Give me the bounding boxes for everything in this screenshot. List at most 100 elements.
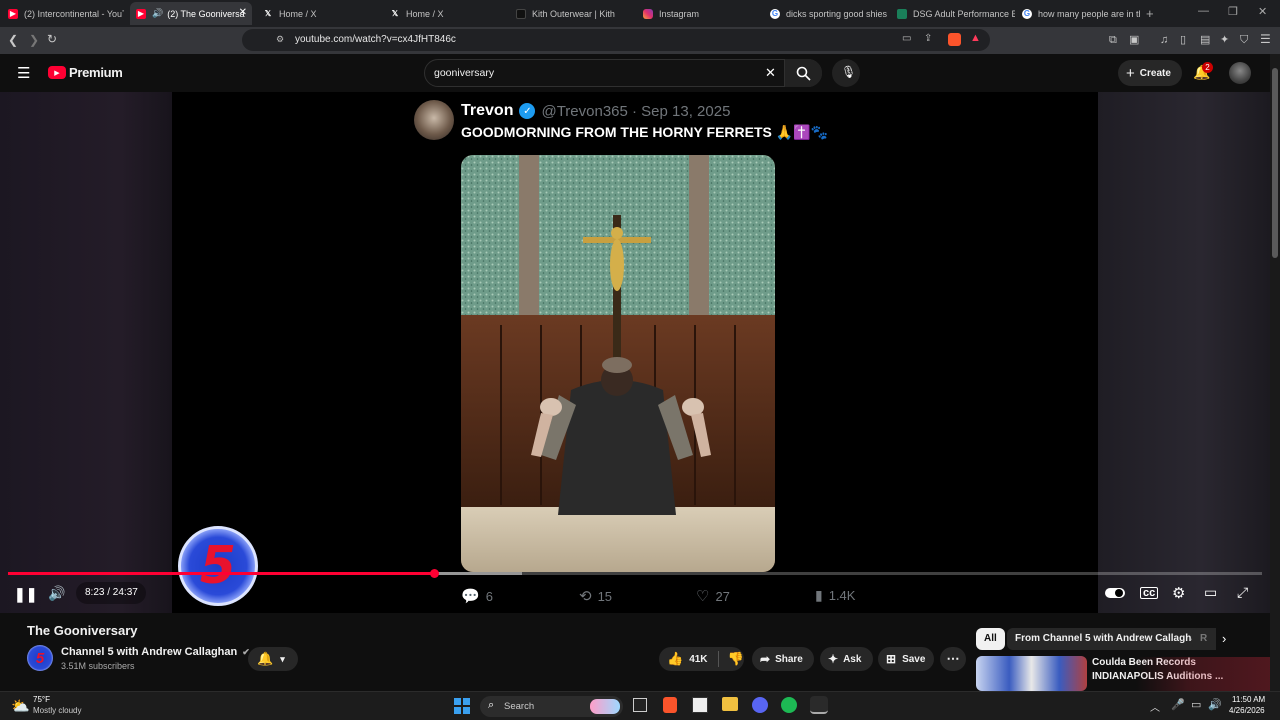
share-page-icon[interactable]: ⇪ xyxy=(924,33,932,44)
tab-home-x-1[interactable]: 𝕏 Home / X xyxy=(263,2,381,25)
tab-label: Instagram xyxy=(659,8,700,19)
youtube-premium-logo[interactable]: ▶ Premium xyxy=(48,65,123,80)
tab-dsg[interactable]: DSG Adult Performance B xyxy=(897,2,1015,25)
chips-next-icon[interactable]: › xyxy=(1222,631,1226,646)
guide-menu-icon[interactable]: ☰ xyxy=(17,64,30,82)
site-info-icon[interactable]: ⚙ xyxy=(276,34,284,45)
more-actions-button[interactable]: ⋯ xyxy=(940,647,966,671)
chevron-down-icon: ▾ xyxy=(280,653,285,664)
sidebar-icon[interactable]: ▯ xyxy=(1180,33,1186,47)
voice-search-button[interactable]: 🎙 xyxy=(832,59,860,87)
tab-gooniversary[interactable]: ▶ 🔊 (2) The Gooniversa ✕ xyxy=(130,2,252,25)
file-explorer-icon[interactable] xyxy=(722,697,738,711)
maximize-icon[interactable]: ❐ xyxy=(1228,5,1238,18)
taskbar-search-icon: ⌕ xyxy=(488,699,495,711)
browser-tab-strip: ▶ (2) Intercontinental - YouT ▶ 🔊 (2) Th… xyxy=(0,0,1280,27)
vpn-icon[interactable]: ⛉ xyxy=(1240,33,1248,47)
speaker-tray-icon[interactable]: 🔊 xyxy=(1208,698,1222,711)
tab-how-many[interactable]: G how many people are in th xyxy=(1022,2,1140,25)
theater-mode-icon[interactable]: ▭ xyxy=(1204,584,1217,601)
thumbs-up-icon[interactable]: 👍 xyxy=(667,651,683,667)
played-fill xyxy=(8,572,435,575)
address-bar[interactable]: ⚙ youtube.com/watch?v=cx4JfHT846c ▭ ⇪ ▲ xyxy=(242,29,990,51)
pause-icon[interactable]: ❚❚ xyxy=(14,586,37,603)
search-button[interactable] xyxy=(784,59,822,87)
scrollbar-thumb[interactable] xyxy=(1272,68,1278,258)
close-tab-icon[interactable]: ✕ xyxy=(239,7,247,18)
clear-search-icon[interactable]: ✕ xyxy=(765,65,776,81)
channel5-watermark-logo[interactable]: 5 xyxy=(178,526,258,606)
new-tab-icon[interactable]: + xyxy=(1146,6,1154,21)
tab-home-x-2[interactable]: 𝕏 Home / X xyxy=(390,2,508,25)
task-view-icon[interactable] xyxy=(633,698,647,712)
google-icon: G xyxy=(1022,8,1032,19)
autoplay-toggle[interactable] xyxy=(1105,588,1125,598)
account-avatar[interactable] xyxy=(1229,62,1251,84)
settings-gear-icon[interactable]: ⚙ xyxy=(1172,584,1185,602)
chip-partial[interactable]: R xyxy=(1192,628,1216,650)
minimize-icon[interactable]: — xyxy=(1198,5,1209,17)
tab-dicks-search[interactable]: G dicks sporting good shies xyxy=(770,2,888,25)
tab-kith[interactable]: Kith Outerwear | Kith xyxy=(516,2,634,25)
ask-button[interactable]: ✦ Ask xyxy=(820,647,873,671)
captions-icon[interactable]: cc xyxy=(1140,587,1159,599)
subscription-bell-button[interactable]: 🔔 ▾ xyxy=(248,647,298,671)
leo-icon[interactable]: ✦ xyxy=(1220,33,1229,47)
close-window-icon[interactable]: ✕ xyxy=(1258,5,1267,18)
weather-cloud-icon[interactable]: ⛅ xyxy=(11,697,30,715)
thumbs-down-icon[interactable]: 👎 xyxy=(728,651,744,667)
active-app-icon[interactable] xyxy=(810,696,828,714)
tab-intercontinental[interactable]: ▶ (2) Intercontinental - YouT xyxy=(8,2,124,25)
like-count[interactable]: 41K xyxy=(689,654,707,665)
search-input[interactable]: gooniversary xyxy=(434,67,494,79)
x-icon: 𝕏 xyxy=(391,9,399,18)
chip-from-channel[interactable]: From Channel 5 with Andrew Callaghan xyxy=(1007,628,1211,650)
channel-avatar[interactable]: 5 xyxy=(27,645,53,671)
tab-instagram[interactable]: Instagram xyxy=(643,2,761,25)
video-right-ambient xyxy=(1098,92,1270,613)
windows-start-icon[interactable] xyxy=(454,698,470,714)
reader-icon[interactable]: ▣ xyxy=(1129,33,1139,47)
clock-date[interactable]: 4/26/2026 xyxy=(1229,706,1265,715)
related-video-thumbnail[interactable] xyxy=(976,656,1087,691)
app-taskbar-icon[interactable] xyxy=(692,697,708,713)
save-button[interactable]: ⊞ Save xyxy=(878,647,934,671)
tweet-views-stat: ▮ 1.4K xyxy=(815,587,855,604)
reload-icon[interactable]: ↻ xyxy=(47,32,57,46)
channel-name[interactable]: Channel 5 with Andrew Callaghan ✔ xyxy=(61,646,250,658)
menu-icon[interactable]: ☰ xyxy=(1260,32,1271,46)
page-scrollbar[interactable] xyxy=(1270,54,1280,691)
media-icon[interactable]: ♫ xyxy=(1160,33,1168,47)
tray-overflow-icon[interactable]: ︿ xyxy=(1150,699,1160,714)
share-button[interactable]: ➦ Share xyxy=(752,647,814,671)
tweet-header: Trevon ✓ @Trevon365 · Sep 13, 2025 xyxy=(461,102,730,120)
forward-icon[interactable]: ❯ xyxy=(29,33,39,47)
brave-shields-icon[interactable] xyxy=(948,33,961,46)
cast-icon[interactable]: ▭ xyxy=(902,33,911,44)
chip-all[interactable]: All xyxy=(976,628,1005,650)
taskbar-search-box[interactable]: ⌕ Search xyxy=(480,696,623,717)
brave-rewards-icon[interactable]: ▲ xyxy=(970,32,981,44)
spotify-icon[interactable] xyxy=(781,697,797,713)
tweet-avatar xyxy=(414,100,454,140)
youtube-header: ☰ ▶ Premium gooniversary ✕ 🎙 + Create 🔔 … xyxy=(0,54,1280,92)
clock-time[interactable]: 11:50 AM xyxy=(1232,695,1265,704)
network-icon[interactable]: ▭ xyxy=(1191,698,1201,711)
youtube-icon: ▶ xyxy=(136,8,146,19)
extensions-icon[interactable]: ⧉ xyxy=(1109,33,1117,47)
browser-toolbar: ❮ ❯ ↻ 🔖 ⚙ youtube.com/watch?v=cx4JfHT846… xyxy=(0,27,1280,54)
back-icon[interactable]: ❮ xyxy=(8,33,18,47)
progress-bar[interactable] xyxy=(8,569,1262,578)
tweet-handle-date: @Trevon365 · Sep 13, 2025 xyxy=(541,102,731,120)
wallet-icon[interactable]: ▤ xyxy=(1200,33,1210,47)
scrubber-handle[interactable] xyxy=(430,569,440,578)
fullscreen-icon[interactable]: ⤢ xyxy=(1237,584,1248,601)
dsg-icon xyxy=(897,8,907,19)
volume-icon[interactable]: 🔊 xyxy=(48,585,65,602)
discord-icon[interactable] xyxy=(752,697,768,713)
video-player[interactable]: Trevon ✓ @Trevon365 · Sep 13, 2025 GOODM… xyxy=(0,92,1270,613)
share-label: Share xyxy=(775,653,803,665)
create-button[interactable]: + Create xyxy=(1118,60,1182,86)
microphone-tray-icon[interactable]: 🎤 xyxy=(1171,698,1185,711)
brave-taskbar-icon[interactable] xyxy=(663,697,677,713)
